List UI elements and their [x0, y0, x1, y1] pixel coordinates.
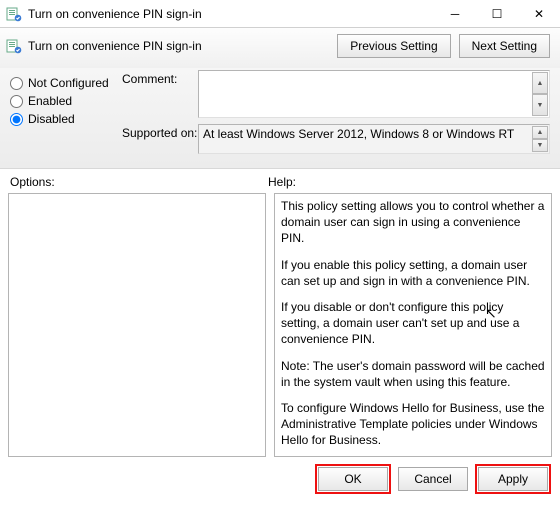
policy-icon	[6, 6, 22, 22]
comment-field[interactable]: ▲▼	[198, 70, 550, 118]
radio-enabled-label: Enabled	[28, 94, 72, 108]
radio-enabled-input[interactable]	[10, 95, 23, 108]
radio-disabled-input[interactable]	[10, 113, 23, 126]
help-paragraph: This policy setting allows you to contro…	[281, 198, 545, 247]
help-header: Help:	[268, 175, 296, 189]
supported-spin[interactable]: ▲▼	[532, 126, 548, 152]
cancel-button[interactable]: Cancel	[398, 467, 468, 491]
previous-setting-button[interactable]: Previous Setting	[337, 34, 450, 58]
apply-button[interactable]: Apply	[478, 467, 548, 491]
comment-spin[interactable]: ▲▼	[532, 72, 548, 116]
maximize-button[interactable]: ☐	[476, 0, 518, 28]
panels-header: Options: Help:	[0, 169, 560, 193]
policy-name: Turn on convenience PIN sign-in	[28, 39, 202, 53]
supported-label: Supported on:	[122, 124, 198, 140]
help-paragraph: If you enable this policy setting, a dom…	[281, 257, 545, 289]
supported-value: At least Windows Server 2012, Windows 8 …	[203, 127, 514, 141]
window-title: Turn on convenience PIN sign-in	[28, 7, 202, 21]
next-setting-button[interactable]: Next Setting	[459, 34, 550, 58]
options-panel	[8, 193, 266, 457]
close-button[interactable]: ✕	[518, 0, 560, 28]
ok-button[interactable]: OK	[318, 467, 388, 491]
radio-disabled[interactable]: Disabled	[10, 112, 122, 126]
radio-not-configured-label: Not Configured	[28, 76, 109, 90]
supported-field: At least Windows Server 2012, Windows 8 …	[198, 124, 550, 154]
options-header: Options:	[10, 175, 268, 189]
minimize-button[interactable]: ─	[434, 0, 476, 28]
footer: OK Cancel Apply	[0, 457, 560, 499]
help-paragraph: If you disable or don't configure this p…	[281, 299, 545, 348]
header-row: Turn on convenience PIN sign-in Previous…	[0, 28, 560, 68]
comment-label: Comment:	[122, 70, 198, 86]
help-paragraph: Note: The user's domain password will be…	[281, 358, 545, 390]
policy-icon	[6, 38, 22, 54]
config-block: Not Configured Enabled Disabled Comment:…	[0, 68, 560, 169]
help-paragraph: To configure Windows Hello for Business,…	[281, 400, 545, 449]
radio-disabled-label: Disabled	[28, 112, 75, 126]
titlebar: Turn on convenience PIN sign-in ─ ☐ ✕	[0, 0, 560, 28]
radio-enabled[interactable]: Enabled	[10, 94, 122, 108]
radio-not-configured-input[interactable]	[10, 77, 23, 90]
help-panel: ↖ This policy setting allows you to cont…	[274, 193, 552, 457]
radio-not-configured[interactable]: Not Configured	[10, 76, 122, 90]
state-radios: Not Configured Enabled Disabled	[10, 70, 122, 160]
panels: ↖ This policy setting allows you to cont…	[0, 193, 560, 457]
